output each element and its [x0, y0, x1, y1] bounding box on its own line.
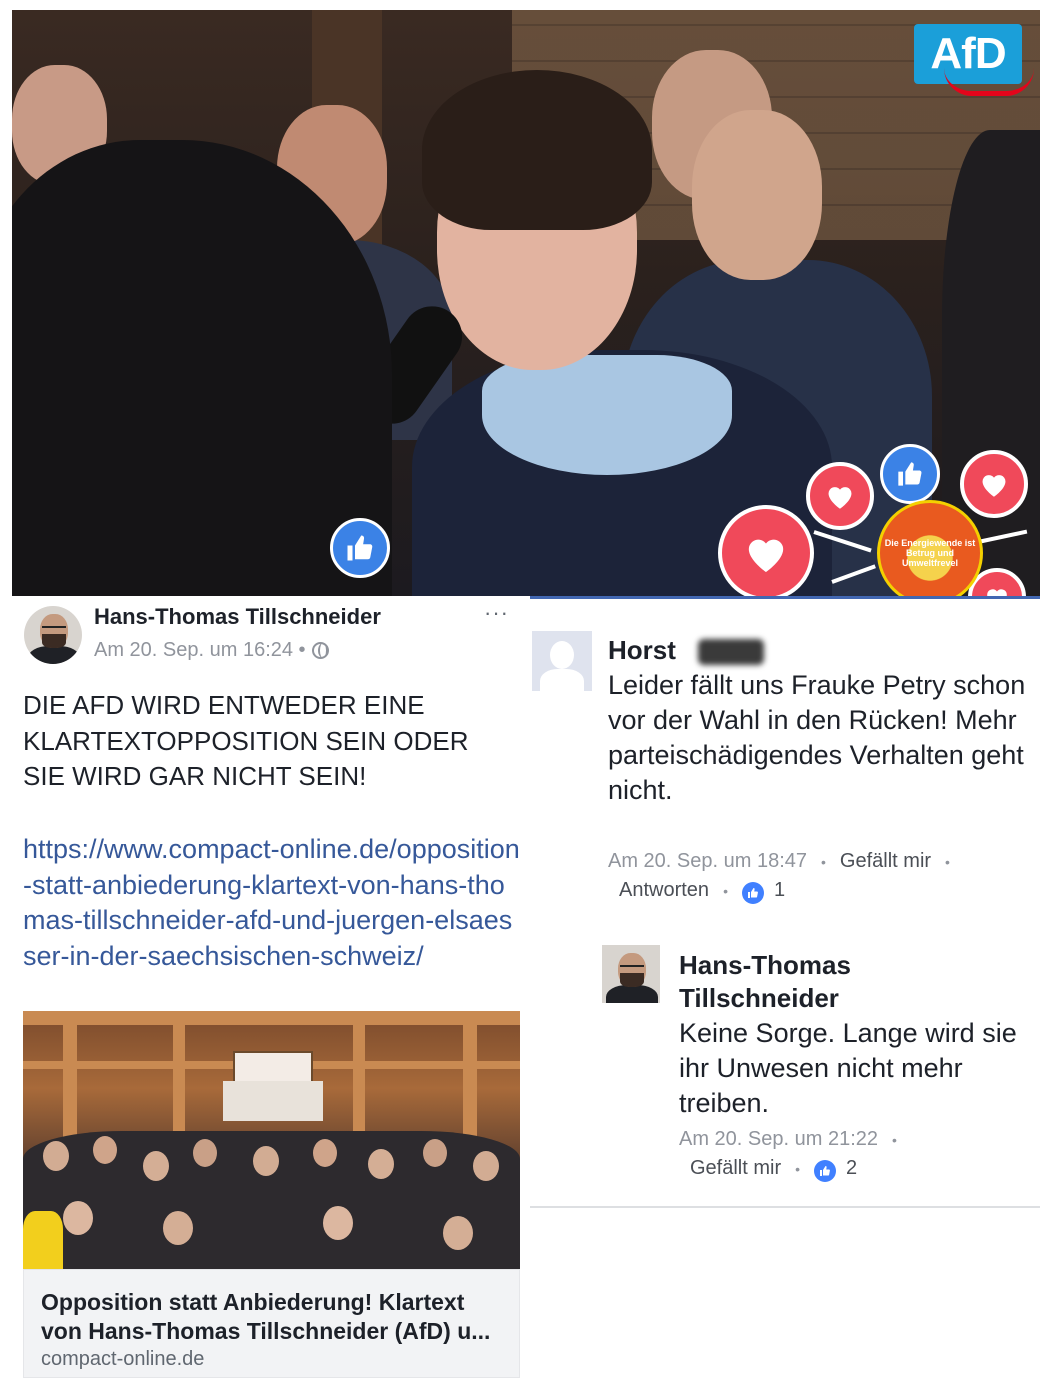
like-icon	[330, 518, 390, 578]
like-icon	[880, 444, 940, 504]
like-link[interactable]: Gefällt mir	[690, 1157, 781, 1179]
avatar[interactable]	[532, 631, 592, 691]
speaker-hair	[422, 70, 652, 230]
more-icon[interactable]: ···	[484, 600, 509, 626]
comment-text: Leider fällt uns Frauke Petry schon vor …	[608, 670, 1026, 805]
like-icon	[741, 882, 764, 904]
link-preview-domain: compact-online.de	[41, 1348, 205, 1370]
heart-icon	[960, 450, 1028, 518]
comment-text: Keine Sorge. Lange wird sie ihr Unwesen …	[679, 1018, 1017, 1118]
avatar[interactable]	[602, 945, 660, 1003]
redacted-surname	[698, 639, 764, 665]
comment-author[interactable]: Horst	[608, 635, 676, 666]
globe-icon	[311, 642, 329, 659]
comment-actions: Antworten • 1	[619, 879, 785, 904]
facebook-post: Hans-Thomas Tillschneider Am 20. Sep. um…	[0, 596, 528, 1378]
like-icon	[814, 1160, 837, 1182]
energiewende-badge: Die Energiewende ist Betrug und Umweltfr…	[877, 500, 983, 596]
speaker-collar	[482, 355, 732, 475]
comment-author[interactable]: Hans-Thomas Tillschneider	[679, 949, 979, 1015]
comment-actions: Gefällt mir • 2	[690, 1157, 857, 1182]
bystander-head	[692, 110, 822, 280]
like-count[interactable]: 1	[774, 879, 785, 901]
comment-meta: Am 20. Sep. um 18:47 • Gefällt mir •	[608, 850, 950, 872]
comments-panel: Horst Leider fällt uns Frauke Petry scho…	[530, 596, 1040, 1208]
post-timestamp[interactable]: Am 20. Sep. um 16:24 •	[94, 639, 306, 662]
comment-timestamp[interactable]: Am 20. Sep. um 18:47	[608, 850, 807, 872]
afd-logo-arrow	[944, 68, 1034, 96]
post-meta: Am 20. Sep. um 16:24 •	[94, 639, 329, 662]
comment-timestamp[interactable]: Am 20. Sep. um 21:22	[679, 1128, 878, 1150]
like-count[interactable]: 2	[846, 1157, 857, 1179]
reply-link[interactable]: Antworten	[619, 879, 709, 901]
link-preview-caption[interactable]: Opposition statt Anbiederung! Klartext v…	[23, 1269, 520, 1378]
heart-icon	[718, 505, 814, 596]
video-frame[interactable]: AfD Die Energiewende ist Betrug und Umwe…	[12, 10, 1040, 596]
post-author[interactable]: Hans-Thomas Tillschneider	[94, 604, 381, 630]
link-preview-image[interactable]	[23, 1011, 520, 1269]
heart-icon	[806, 462, 874, 530]
post-text: DIE AFD WIRD ENTWEDER EINE KLARTEXTOPPOS…	[23, 690, 469, 791]
comment-meta: Am 20. Sep. um 21:22 •	[679, 1128, 897, 1150]
link-preview-title: Opposition statt Anbiederung! Klartext v…	[41, 1289, 491, 1344]
like-link[interactable]: Gefällt mir	[840, 850, 931, 872]
badge-text: Die Energiewende ist Betrug und Umweltfr…	[884, 538, 976, 568]
avatar[interactable]	[24, 606, 82, 664]
post-link[interactable]: https://www.compact-online.de/opposition…	[23, 832, 523, 974]
stage	[223, 1081, 323, 1121]
